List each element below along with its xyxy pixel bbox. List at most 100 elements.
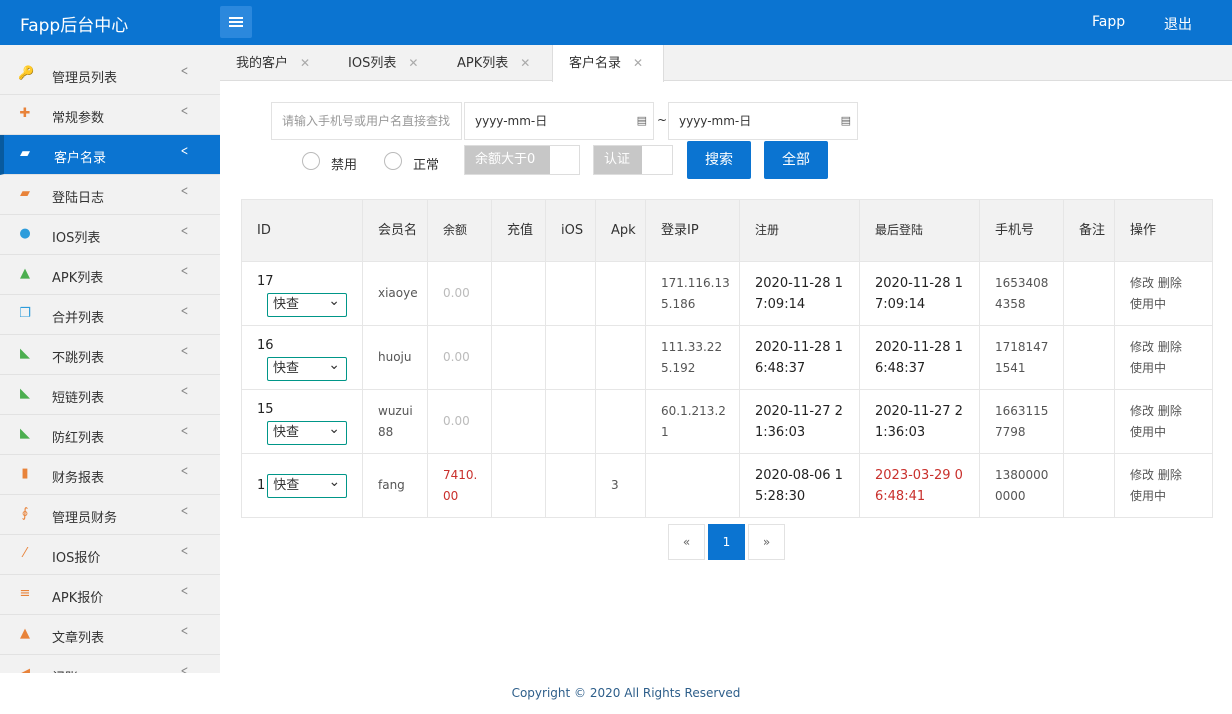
edit-delete-links[interactable]: 修改 删除 [1130,404,1182,418]
note-cell [1063,389,1115,454]
sidebar-item[interactable]: ◣ 防红列表 < [0,415,220,455]
sidebar-item-label: 记账 [52,667,78,673]
sidebar-item-label: 财务报表 [52,471,105,486]
column-header: 充值 [491,199,546,262]
tab-2[interactable]: APK列表 ✕ [441,45,545,81]
column-header: iOS [545,199,596,262]
row-id: 17 [257,273,274,289]
table-row: 16快查huoju0.00111.33.225.1922020-11-28 16… [241,325,1213,390]
name-cell: wuzui88 [362,389,428,454]
table-row: 17快查xiaoye0.00171.116.135.1862020-11-28 … [241,261,1213,326]
chevron-left-icon: < [180,624,189,639]
date-to-field[interactable]: yyyy-mm-日 ▤ [668,102,858,140]
chevron-left-icon: < [180,584,189,599]
tab-label: APK列表 [457,56,509,71]
note-cell [1063,261,1115,326]
calendar-icon: ▤ [840,114,851,127]
sidebar-item-label: 防红列表 [52,431,105,446]
android-icon: ▲ [20,266,30,281]
pagination-next[interactable]: » [748,524,785,560]
sidebar-item[interactable]: ∮ 管理员财务 < [0,495,220,535]
register-cell: 2020-11-28 17:09:14 [739,261,860,326]
table-header-row: ID 会员名 余额 充值 iOS Apk 登录IP 注册 最后登陆 手机号 备注 操作 [241,199,1213,262]
stethoscope-icon: ∮ [21,506,29,521]
radio-normal[interactable] [384,152,402,170]
close-icon[interactable]: ✕ [633,56,643,70]
quick-lookup-select[interactable]: 快查 [267,471,348,498]
table-row: 15快查wuzui880.0060.1.213.212020-11-27 21:… [241,389,1213,454]
sidebar-item[interactable]: ⁄ IOS报价 < [0,535,220,575]
radio-banned[interactable] [302,152,320,170]
all-button[interactable]: 全部 [764,141,828,179]
ip-cell: 111.33.225.192 [645,325,740,390]
row-id: 15 [257,401,274,417]
phone-cell: 17181471541 [979,325,1064,390]
sidebar-item[interactable]: 🔑 管理员列表 < [0,55,220,95]
sidebar-item[interactable]: ▲ 文章列表 < [0,615,220,655]
tab-label: 我的客户 [236,56,289,71]
sidebar-item[interactable]: ▰ 客户名录 < [0,135,220,175]
quick-lookup-select[interactable]: 快查 [267,290,347,317]
edit-delete-links[interactable]: 修改 删除 [1130,468,1182,482]
sidebar-item[interactable]: ❐ 合并列表 < [0,295,220,335]
close-icon[interactable]: ✕ [300,56,310,70]
pagination-prev[interactable]: « [668,524,705,560]
radio-banned-label: 禁用 [331,158,358,173]
ip-cell: 60.1.213.21 [645,389,740,454]
close-icon[interactable]: ✕ [408,56,418,70]
sidebar-item[interactable]: ▰ 登陆日志 < [0,175,220,215]
sidebar-item[interactable]: ◣ 短链列表 < [0,375,220,415]
verified-switch[interactable]: 认证 [593,145,673,175]
sidebar-item[interactable]: ● IOS列表 < [0,215,220,255]
pagination-page-1[interactable]: 1 [708,524,745,560]
footer-copyright: Copyright © 2020 All Rights Reserved [511,686,741,700]
row-id: 1 [257,478,266,493]
sidebar-item[interactable]: ▲ APK列表 < [0,255,220,295]
date-from-field[interactable]: yyyy-mm-日 ▤ [464,102,654,140]
chevron-left-icon: < [180,424,189,439]
sidebar-item-label: 管理员财务 [52,511,118,526]
edit-delete-links[interactable]: 修改 删除 [1130,340,1182,354]
search-input[interactable]: 请输入手机号或用户名直接查找 [271,102,462,140]
sidebar-item[interactable]: ≡ APK报价 < [0,575,220,615]
sidebar-item-label: 不跳列表 [52,351,105,366]
row-id: 16 [257,337,274,353]
actions-cell: 修改 删除 使用中 [1114,261,1213,326]
flask-icon: ▲ [20,626,30,641]
chevron-left-icon: < [180,664,189,673]
balance-switch[interactable]: 余额大于0 [464,145,580,175]
list-icon: ≡ [19,586,31,601]
chevron-left-icon: < [180,104,189,119]
chevron-left-icon: < [180,464,189,479]
sidebar-item[interactable]: ✚ 常规参数 < [0,95,220,135]
close-icon[interactable]: ✕ [520,56,530,70]
chevron-left-icon: < [180,344,189,359]
column-header: 最后登陆 [859,199,980,262]
tab-0[interactable]: 我的客户 ✕ [220,45,320,81]
name-cell: xiaoye [362,261,428,326]
date-separator: ~ [657,113,668,127]
ios-cell [545,325,596,390]
menu-toggle-button[interactable] [220,6,252,38]
phone-cell: 13800000000 [979,453,1064,518]
chevron-left-icon: < [180,144,189,159]
quick-lookup-select[interactable]: 快查 [267,418,347,445]
tab-3[interactable]: 客户名录 ✕ [552,45,664,82]
actions-cell: 修改 删除 使用中 [1114,325,1213,390]
quick-lookup-select[interactable]: 快查 [267,354,347,381]
sidebar-item-label: 管理员列表 [52,71,118,86]
sidebar-item[interactable]: ◣ 不跳列表 < [0,335,220,375]
ip-cell: 171.116.135.186 [645,261,740,326]
sidebar-item-label: 短链列表 [52,391,105,406]
id-cell: 1 快查 [241,453,363,518]
sidebar-item[interactable]: ▮ 财务报表 < [0,455,220,495]
search-button[interactable]: 搜索 [687,141,751,179]
tab-1[interactable]: IOS列表 ✕ [332,45,428,81]
edit-delete-links[interactable]: 修改 删除 [1130,276,1182,290]
column-header: 会员名 [362,199,428,262]
user-menu-link[interactable]: Fapp [1092,14,1125,30]
logout-link[interactable]: 退出 [1164,14,1192,34]
apk-cell [595,389,646,454]
sidebar-item[interactable]: ◀ 记账 < [0,655,220,673]
rss-icon: ◣ [20,346,30,361]
